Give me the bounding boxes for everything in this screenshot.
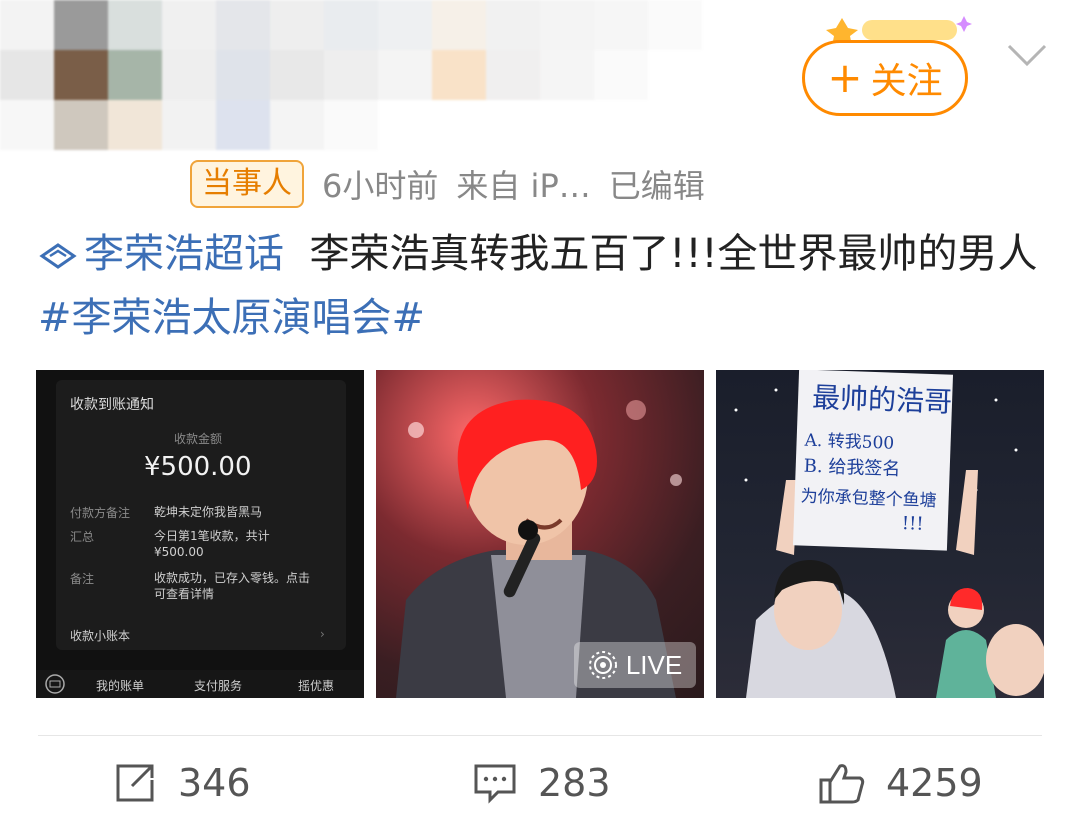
concert-photo-image[interactable]: LIVE [376,370,704,698]
role-badge: 当事人 [190,160,304,208]
thumbs-up-icon [819,764,865,804]
summary-line2: ¥500.00 [154,545,204,559]
live-label: LIVE [625,649,683,680]
live-icon [588,651,617,679]
post-source[interactable]: 来自 iP… [456,161,590,207]
like-count: 4259 [886,761,983,805]
payment-screenshot-image[interactable]: 收款到账通知 收款金额 ¥500.00 付款方备注 乾坤未定你我皆黑马 汇总 今… [36,370,364,698]
summary-label: 汇总 [70,530,95,544]
payment-bottom-bar: 我的账单 支付服务 摇优惠 [36,670,364,698]
live-photo-badge: LIVE [574,642,696,688]
post-time: 6小时前 [322,167,439,205]
plus-icon: + [827,53,863,102]
fan-sign: 最帅的浩哥 A. 转我500 B. 给我签名 为你承包整个鱼塘 !!! [792,370,954,551]
amount-label: 收款金额 [174,432,223,446]
payment-title: 收款到账通知 [70,397,154,413]
bottom-tab-services: 支付服务 [194,679,243,693]
comment-icon [474,764,516,804]
like-button[interactable]: 4259 [818,760,983,806]
chevron-right-icon: › [320,627,325,641]
edited-label[interactable]: 已编辑 [609,161,705,207]
bottom-tab-bills: 我的账单 [96,679,145,693]
payer-note: 乾坤未定你我皆黑马 [154,505,263,519]
sign-line5: !!! [901,513,924,535]
remark-line1: 收款成功，已存入零钱。点击 [154,571,311,585]
post-content: 李荣浩超话 李荣浩真转我五百了!!!全世界最帅的男人 #李荣浩太原演唱会# [38,222,1048,350]
repost-button[interactable]: 346 [112,760,251,806]
blurred-user-info [0,0,760,150]
sign-line4: 为你承包整个鱼塘 [800,486,937,512]
fan-sign-photo-image[interactable]: 最帅的浩哥 A. 转我500 B. 给我签名 为你承包整个鱼塘 !!! [716,370,1044,698]
supertopic-label: 李荣浩超话 [84,231,284,277]
payment-amount: ¥500.00 [144,452,252,482]
follow-button[interactable]: + 关注 [802,40,968,116]
repost-icon [116,764,154,802]
supertopic-diamond-icon [39,243,77,269]
post-meta: 当事人 6小时前 来自 iP… 已编辑 [190,160,705,208]
remark-label: 备注 [70,572,95,586]
post-body-text: 李荣浩真转我五百了!!!全世界最帅的男人 [309,231,1038,277]
comment-count: 283 [538,761,611,805]
follow-label: 关注 [870,61,943,102]
keyboard-icon [45,674,65,694]
sign-line3: B. 给我签名 [803,455,901,480]
supertopic-link[interactable]: 李荣浩超话 [38,231,284,277]
repost-count: 346 [178,761,251,805]
bottom-tab-deals: 摇优惠 [298,679,335,693]
remark-line2: 可查看详情 [154,587,215,601]
comment-button[interactable]: 283 [472,760,611,806]
ledger-link: 收款小账本 [70,629,131,643]
sign-line1: 最帅的浩哥 [811,380,953,419]
payer-note-label: 付款方备注 [70,506,131,520]
summary-line1: 今日第1笔收款，共计 [154,529,270,543]
divider [38,735,1042,736]
hashtag-link[interactable]: #李荣浩太原演唱会# [38,295,425,341]
sign-line2: A. 转我500 [804,430,895,454]
chevron-down-icon[interactable] [1005,40,1049,70]
